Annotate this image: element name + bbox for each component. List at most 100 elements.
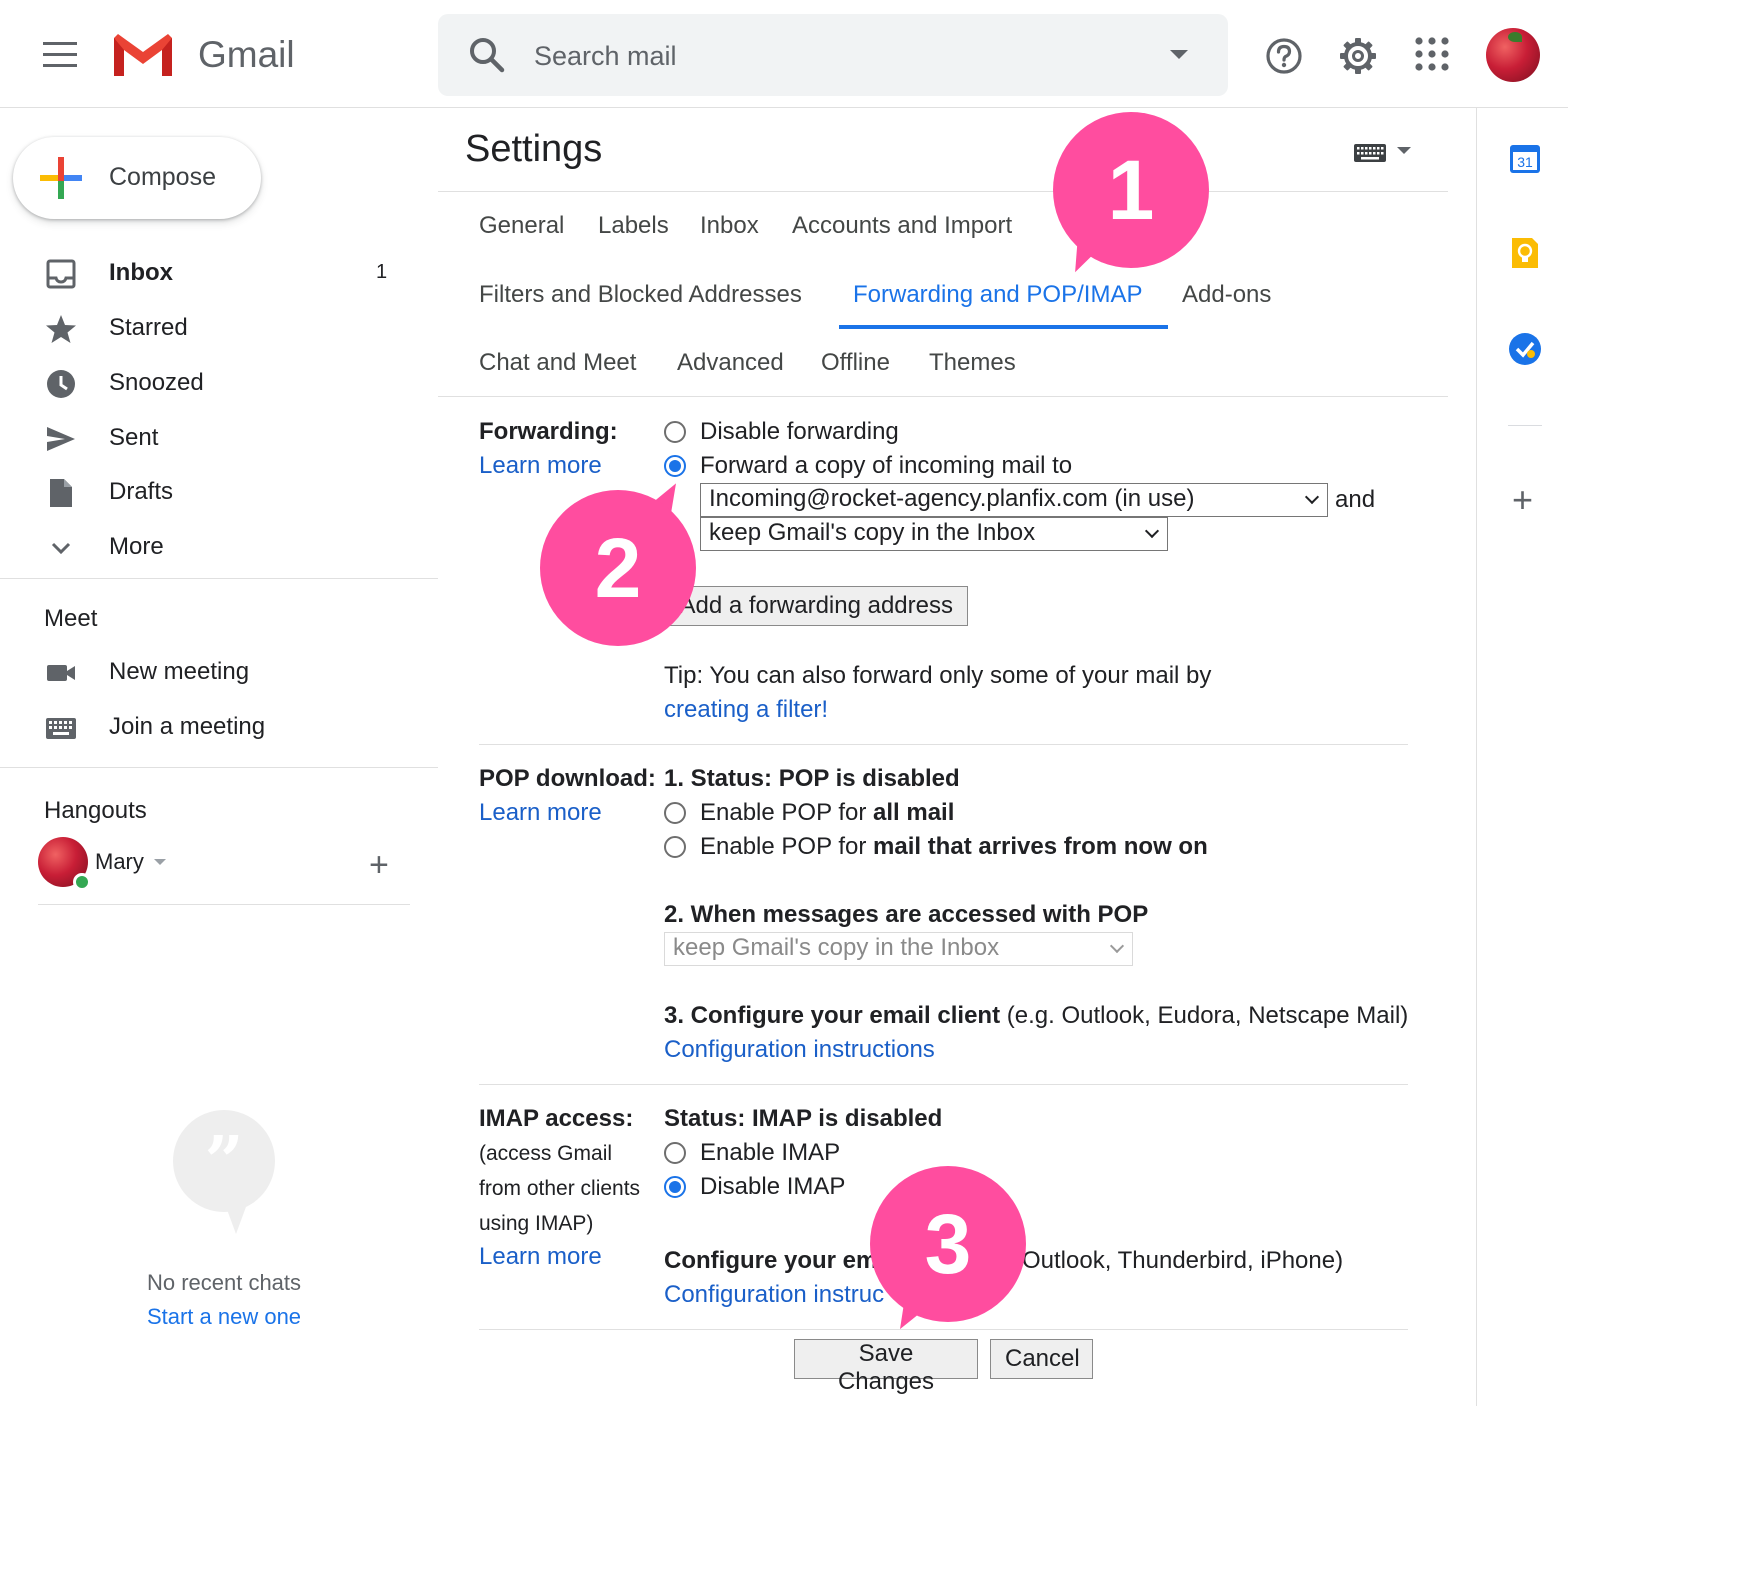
disable-imap-radio[interactable] bbox=[664, 1176, 686, 1198]
tab-chat-and-meet[interactable]: Chat and Meet bbox=[479, 349, 636, 377]
search-options-icon[interactable] bbox=[1170, 50, 1188, 59]
top-bar: Gmail bbox=[0, 0, 1568, 108]
meet-new-meeting[interactable]: New meeting bbox=[0, 647, 420, 697]
draft-file-icon bbox=[50, 479, 72, 507]
keyboard-icon bbox=[46, 718, 76, 739]
imap-sub-text: using IMAP) bbox=[479, 1212, 594, 1235]
imap-sub-text: from other clients bbox=[479, 1177, 641, 1200]
forward-and-label: and bbox=[1335, 486, 1376, 513]
search-icon[interactable] bbox=[468, 36, 506, 74]
forward-address-select[interactable]: Incoming@rocket-agency.planfix.com (in u… bbox=[700, 483, 1328, 517]
pop-configuration-instructions-link[interactable]: Configuration instructions bbox=[664, 1036, 935, 1064]
forwarding-learn-more-link[interactable]: Learn more bbox=[479, 452, 602, 480]
page-title: Settings bbox=[465, 128, 603, 170]
forward-copy-radio[interactable] bbox=[664, 455, 686, 477]
hangouts-divider bbox=[38, 904, 410, 905]
tab-inbox[interactable]: Inbox bbox=[700, 212, 759, 240]
enable-pop-all-label[interactable]: Enable POP for all mail bbox=[700, 799, 954, 827]
disable-imap-label[interactable]: Disable IMAP bbox=[700, 1173, 845, 1201]
forward-copy-action-select[interactable]: keep Gmail's copy in the Inbox bbox=[700, 517, 1168, 551]
enable-pop-now-label[interactable]: Enable POP for mail that arrives from no… bbox=[700, 833, 1208, 861]
callout-badge-2: 2 bbox=[540, 490, 696, 646]
main-menu-icon[interactable] bbox=[43, 42, 77, 68]
forward-copy-action-value: keep Gmail's copy in the Inbox bbox=[709, 519, 1036, 546]
chevron-down-icon bbox=[1109, 938, 1125, 954]
callout-badge-1: 1 bbox=[1053, 112, 1209, 268]
hangouts-user-name[interactable]: Mary bbox=[95, 849, 144, 875]
gmail-wordmark[interactable]: Gmail bbox=[198, 34, 295, 76]
calendar-day: 31 bbox=[1517, 154, 1533, 170]
nav-starred[interactable]: Starred bbox=[0, 303, 420, 353]
nav-label: Inbox bbox=[109, 259, 173, 286]
imap-learn-more-link[interactable]: Learn more bbox=[479, 1243, 602, 1271]
pop-status-text: 1. Status: POP is disabled bbox=[664, 765, 960, 792]
tab-add-ons[interactable]: Add-ons bbox=[1182, 281, 1271, 309]
nav-drafts[interactable]: Drafts bbox=[0, 467, 420, 517]
forward-copy-label[interactable]: Forward a copy of incoming mail to bbox=[700, 452, 1072, 480]
video-camera-icon bbox=[47, 665, 75, 681]
hangouts-section-title: Hangouts bbox=[44, 797, 147, 824]
tab-offline[interactable]: Offline bbox=[821, 349, 890, 377]
tab-advanced[interactable]: Advanced bbox=[677, 349, 784, 377]
tab-accounts-and-import[interactable]: Accounts and Import bbox=[792, 212, 1012, 240]
imap-status-text: Status: IMAP is disabled bbox=[664, 1105, 943, 1132]
nav-sent[interactable]: Sent bbox=[0, 413, 420, 463]
section-divider bbox=[479, 744, 1408, 745]
pop-learn-more-link[interactable]: Learn more bbox=[479, 799, 602, 827]
callout-badge-3: 3 bbox=[870, 1166, 1026, 1322]
chevron-down-icon[interactable] bbox=[154, 859, 166, 865]
side-panel-divider bbox=[1508, 425, 1542, 426]
pop-access-action-value: keep Gmail's copy in the Inbox bbox=[673, 934, 1000, 961]
forwarding-label: Forwarding: bbox=[479, 418, 618, 445]
nav-label: More bbox=[109, 533, 164, 560]
apps-grid-icon[interactable] bbox=[1414, 36, 1450, 72]
nav-more[interactable]: More bbox=[0, 522, 420, 572]
account-avatar[interactable] bbox=[1486, 28, 1540, 82]
meet-section-title: Meet bbox=[44, 605, 98, 632]
meet-join-meeting[interactable]: Join a meeting bbox=[0, 702, 420, 752]
inbox-unread-count: 1 bbox=[376, 261, 388, 283]
nav-snoozed[interactable]: Snoozed bbox=[0, 358, 420, 408]
new-conversation-plus-icon[interactable]: + bbox=[369, 848, 389, 882]
imap-configure-text: Configure your ema bbox=[664, 1247, 891, 1274]
gmail-logo-icon[interactable] bbox=[110, 30, 176, 80]
chevron-down-icon bbox=[1144, 523, 1160, 539]
nav-label: Starred bbox=[109, 314, 188, 341]
tab-filters-and-blocked-addresses[interactable]: Filters and Blocked Addresses bbox=[479, 281, 802, 309]
cancel-button[interactable]: Cancel bbox=[990, 1339, 1093, 1379]
settings-header-divider bbox=[438, 191, 1448, 192]
compose-button[interactable]: Compose bbox=[13, 137, 261, 219]
quote-marks-icon: ” bbox=[204, 1122, 244, 1202]
enable-pop-all-radio[interactable] bbox=[664, 802, 686, 824]
imap-configuration-instructions-link[interactable]: Configuration instruc bbox=[664, 1281, 884, 1309]
creating-filter-link[interactable]: creating a filter! bbox=[664, 696, 828, 724]
search-bar[interactable] bbox=[438, 14, 1228, 96]
chevron-down-icon[interactable] bbox=[1397, 147, 1411, 154]
get-addons-plus-icon[interactable]: + bbox=[1512, 482, 1533, 518]
enable-pop-now-radio[interactable] bbox=[664, 836, 686, 858]
tab-forwarding-and-pop-imap[interactable]: Forwarding and POP/IMAP bbox=[853, 281, 1142, 309]
help-icon[interactable] bbox=[1264, 36, 1304, 76]
side-panel-border bbox=[1476, 108, 1477, 1406]
enable-imap-radio[interactable] bbox=[664, 1142, 686, 1164]
imap-sub-text: (access Gmail bbox=[479, 1142, 613, 1165]
enable-imap-label[interactable]: Enable IMAP bbox=[700, 1139, 840, 1167]
keep-bulb-icon[interactable] bbox=[1508, 236, 1542, 270]
search-input[interactable] bbox=[534, 36, 1134, 76]
calendar-icon[interactable]: 31 bbox=[1508, 141, 1542, 175]
tab-themes[interactable]: Themes bbox=[929, 349, 1016, 377]
settings-gear-icon[interactable] bbox=[1338, 36, 1378, 76]
tab-general[interactable]: General bbox=[479, 212, 564, 240]
disable-forwarding-radio[interactable] bbox=[664, 421, 686, 443]
tabs-divider bbox=[438, 396, 1448, 397]
start-new-chat-link[interactable]: Start a new one bbox=[0, 1304, 448, 1330]
save-changes-button[interactable]: Save Changes bbox=[794, 1339, 978, 1395]
disable-forwarding-label[interactable]: Disable forwarding bbox=[700, 418, 899, 446]
tab-labels[interactable]: Labels bbox=[598, 212, 669, 240]
imap-access-label: IMAP access: bbox=[479, 1105, 634, 1132]
nav-inbox[interactable]: Inbox 1 bbox=[0, 248, 420, 298]
star-icon bbox=[46, 315, 76, 343]
input-tools-keyboard-icon[interactable] bbox=[1354, 144, 1386, 162]
tasks-check-icon[interactable] bbox=[1508, 332, 1542, 366]
add-forwarding-address-button[interactable]: Add a forwarding address bbox=[664, 586, 968, 626]
